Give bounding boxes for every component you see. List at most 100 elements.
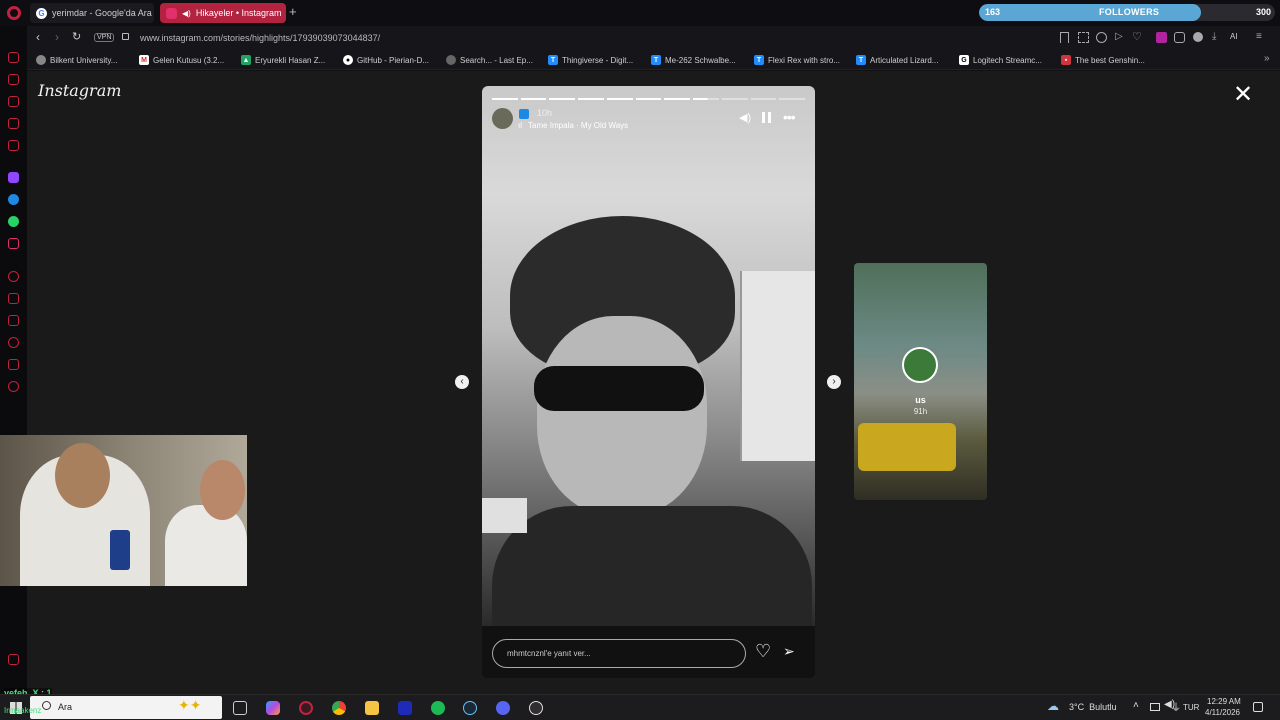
file-explorer-icon[interactable] xyxy=(365,701,379,715)
person-shirt xyxy=(492,506,812,626)
whatsapp-icon[interactable] xyxy=(8,216,19,227)
bookmarks-panel-icon[interactable] xyxy=(8,315,19,326)
progress-segment xyxy=(693,98,719,100)
task-view-icon[interactable] xyxy=(233,701,247,715)
mute-icon[interactable]: ◀) xyxy=(739,111,751,124)
vpn-badge[interactable]: VPN xyxy=(94,33,115,42)
language-indicator[interactable]: TUR xyxy=(1183,703,1199,712)
bookmark-item[interactable]: G Logitech Streamc... xyxy=(959,53,1042,67)
more-bookmarks-icon[interactable]: » xyxy=(1264,53,1270,64)
next-story-button[interactable]: › xyxy=(827,375,841,389)
bookmark-item[interactable]: T Articulated Lizard... xyxy=(856,53,938,67)
url-field[interactable]: www.instagram.com/stories/highlights/179… xyxy=(140,33,380,43)
social-icon[interactable] xyxy=(8,140,19,151)
gmail-icon: M xyxy=(139,55,149,65)
instagram-logo[interactable]: Instagram xyxy=(38,81,121,100)
workspace-icon[interactable] xyxy=(8,52,19,63)
taskbar-search-box[interactable]: Ara ✦✦ xyxy=(30,696,222,719)
profile-icon[interactable] xyxy=(1193,32,1203,42)
extension-icon[interactable] xyxy=(1156,32,1167,43)
previous-story-button[interactable]: ‹ xyxy=(455,375,469,389)
shield-icon[interactable] xyxy=(1096,32,1107,43)
puzzle-icon[interactable] xyxy=(1174,32,1185,43)
chrome-icon[interactable] xyxy=(332,701,346,715)
usb-icon[interactable]: ⏚ xyxy=(1171,699,1181,714)
progress-segment xyxy=(721,98,748,100)
heart-icon[interactable]: ♡ xyxy=(1132,30,1142,43)
download-icon[interactable]: ⤓ xyxy=(1212,31,1216,42)
weather-text[interactable]: 3°C Bulutlu xyxy=(1069,702,1117,712)
snapshot-icon[interactable] xyxy=(1078,32,1089,43)
aria-ai-icon[interactable]: AI xyxy=(1230,32,1238,41)
game-launcher-icon[interactable] xyxy=(398,701,412,715)
pin-icon[interactable] xyxy=(8,293,19,304)
messages-icon[interactable] xyxy=(8,118,19,129)
bookmark-icon[interactable] xyxy=(1060,32,1069,43)
microwave xyxy=(482,498,527,533)
pause-icon[interactable] xyxy=(762,112,771,123)
progress-segment xyxy=(578,98,604,100)
next-story-time: 91h xyxy=(913,407,928,416)
thingiverse-icon: T xyxy=(754,55,764,65)
bookmark-item[interactable]: Search... - Last Ep... xyxy=(446,53,533,67)
reply-area: mhmtcnznl'e yanıt ver... ♡ ➢ xyxy=(482,626,815,678)
clock-date[interactable]: 4/11/2026 xyxy=(1205,708,1240,717)
google-icon: G xyxy=(36,7,47,19)
messenger-icon[interactable] xyxy=(8,194,19,205)
reply-input[interactable]: mhmtcnznl'e yanıt ver... xyxy=(492,639,746,668)
speaker-icon[interactable]: ◀) xyxy=(182,9,191,18)
next-story-preview[interactable]: us 91h xyxy=(854,263,987,500)
progress-segment xyxy=(750,98,777,100)
steam-icon[interactable] xyxy=(463,701,477,715)
twitch-icon[interactable] xyxy=(8,172,19,183)
history-icon[interactable] xyxy=(8,74,19,85)
toolbar-icons: ▷ ♡ ⤓ AI ≡ xyxy=(1060,30,1270,44)
bookmark-item[interactable]: T Thingiverse - Digit... xyxy=(548,53,633,67)
music-icon[interactable] xyxy=(8,271,19,282)
bookmark-item[interactable]: T Me-262 Schwalbe... xyxy=(651,53,736,67)
more-options-icon[interactable]: ••• xyxy=(783,109,796,125)
clock-time[interactable]: 12:29 AM xyxy=(1207,697,1241,706)
like-icon[interactable]: ♡ xyxy=(755,642,771,660)
menu-icon[interactable]: ≡ xyxy=(1256,31,1262,42)
instagram-sidebar-icon[interactable] xyxy=(8,238,19,249)
opera-gx-taskbar-icon[interactable] xyxy=(299,701,313,715)
bookmark-item[interactable]: M Gelen Kutusu (3.2... xyxy=(139,53,224,67)
discord-icon[interactable] xyxy=(496,701,510,715)
network-icon[interactable] xyxy=(1150,703,1160,711)
player-icon[interactable]: ▷ xyxy=(1115,31,1123,42)
shopping-icon[interactable] xyxy=(8,96,19,107)
story-music[interactable]: Tame Impala · My Old Ways xyxy=(528,121,628,130)
settings-icon[interactable] xyxy=(8,381,19,392)
windows-taskbar: Ara ✦✦ ☁ 3°C Bulutlu ˄ ◀) ⏚ TUR 12:29 AM… xyxy=(0,694,1280,720)
opera-logo-icon[interactable] xyxy=(7,6,21,20)
bookmark-item[interactable]: Bilkent University... xyxy=(36,53,117,67)
spotify-icon[interactable] xyxy=(431,701,445,715)
story-time: 10h xyxy=(537,108,553,118)
bookmark-item[interactable]: ▲ Eryurekli Hasan Z... xyxy=(241,53,325,67)
obs-icon[interactable] xyxy=(529,701,543,715)
story-author-avatar[interactable] xyxy=(492,108,513,129)
bookmark-item[interactable]: ● GitHub - Pierian-D... xyxy=(343,53,429,67)
bookmark-item[interactable]: ▪ The best Genshin... xyxy=(1061,53,1145,67)
close-icon[interactable]: ✕ xyxy=(1233,83,1253,107)
bookmark-item[interactable]: T Flexi Rex with stro... xyxy=(754,53,840,67)
tray-chevron-icon[interactable]: ˄ xyxy=(1133,700,1139,711)
story-progress-bar xyxy=(492,98,806,100)
copilot-icon[interactable] xyxy=(266,701,280,715)
forward-icon[interactable]: › xyxy=(55,30,59,44)
person-face xyxy=(537,316,707,516)
story-card[interactable]: 10h ıl Tame Impala · My Old Ways ◀) ••• … xyxy=(482,86,815,678)
notifications-icon[interactable] xyxy=(1253,702,1263,712)
share-icon[interactable]: ➢ xyxy=(783,643,795,659)
gx-icon[interactable] xyxy=(8,654,19,665)
weather-icon[interactable]: ☁ xyxy=(1047,699,1059,713)
clock-icon[interactable] xyxy=(8,337,19,348)
progress-segment xyxy=(606,98,633,100)
tab-google-search[interactable]: G yerimdar - Google'da Ara xyxy=(30,3,154,23)
new-tab-button[interactable]: + xyxy=(289,5,301,19)
tab-instagram[interactable]: ◀) Hikayeler • Instagram xyxy=(160,3,286,23)
back-icon[interactable]: ‹ xyxy=(36,30,40,44)
tag-icon[interactable] xyxy=(8,359,19,370)
reload-icon[interactable]: ↻ xyxy=(72,30,81,43)
